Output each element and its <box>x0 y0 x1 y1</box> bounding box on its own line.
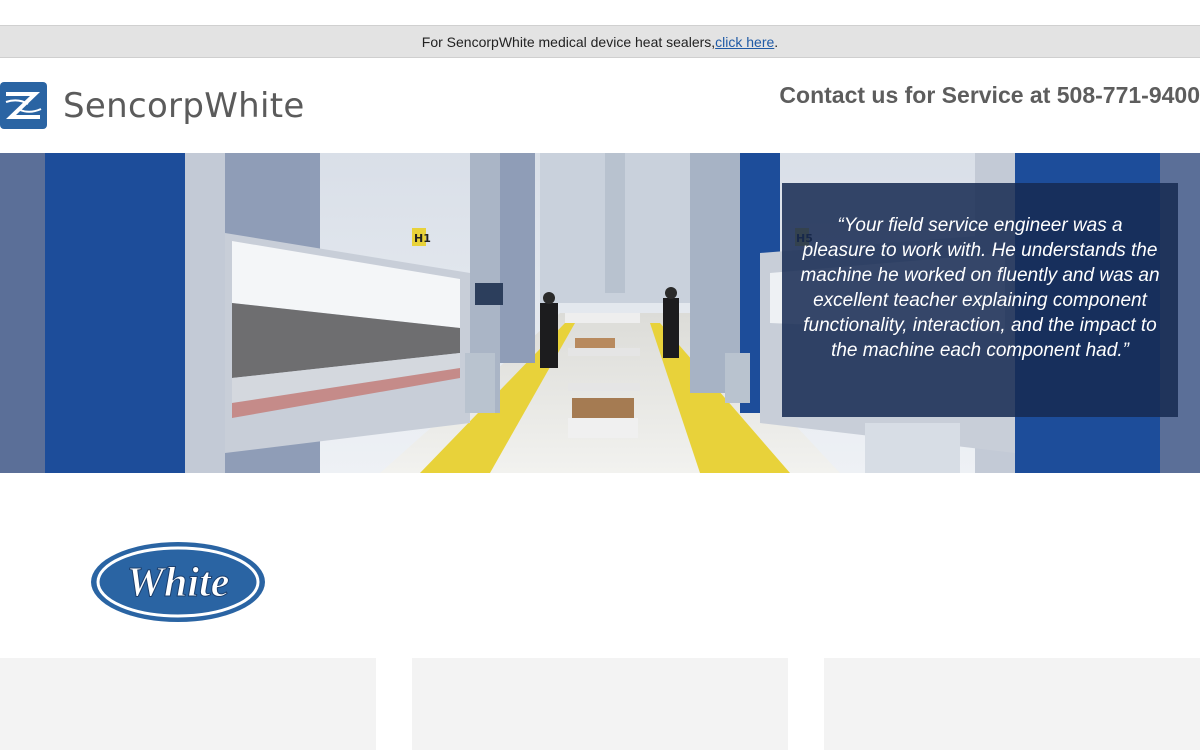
hero-banner: H1 H5 “Your field service engineer was a… <box>0 153 1200 473</box>
testimonial-quote: “Your field service engineer was a pleas… <box>782 183 1178 417</box>
contact-service-text: Contact us for Service at 508-771-9400 <box>779 82 1200 108</box>
white-oval-logo-icon: White <box>91 542 265 622</box>
card-1 <box>0 658 376 750</box>
card-2 <box>412 658 788 750</box>
white-brand-logo[interactable]: White <box>89 540 267 629</box>
announcement-text: For SencorpWhite medical device heat sea… <box>421 33 716 50</box>
announcement-link[interactable]: click here <box>715 34 774 50</box>
brand-name: SencorpWhite <box>63 85 305 126</box>
white-logo-text: White <box>127 560 230 606</box>
announcement-suffix: . <box>774 33 779 50</box>
sencorpwhite-logo-icon <box>0 82 47 129</box>
brand-logo[interactable]: SencorpWhite <box>0 82 305 129</box>
card-3 <box>824 658 1200 750</box>
site-header: SencorpWhite Contact us for Service at 5… <box>0 58 1200 153</box>
machine-label-h1: H1 <box>414 232 431 245</box>
announcement-bar: For SencorpWhite medical device heat sea… <box>0 25 1200 58</box>
